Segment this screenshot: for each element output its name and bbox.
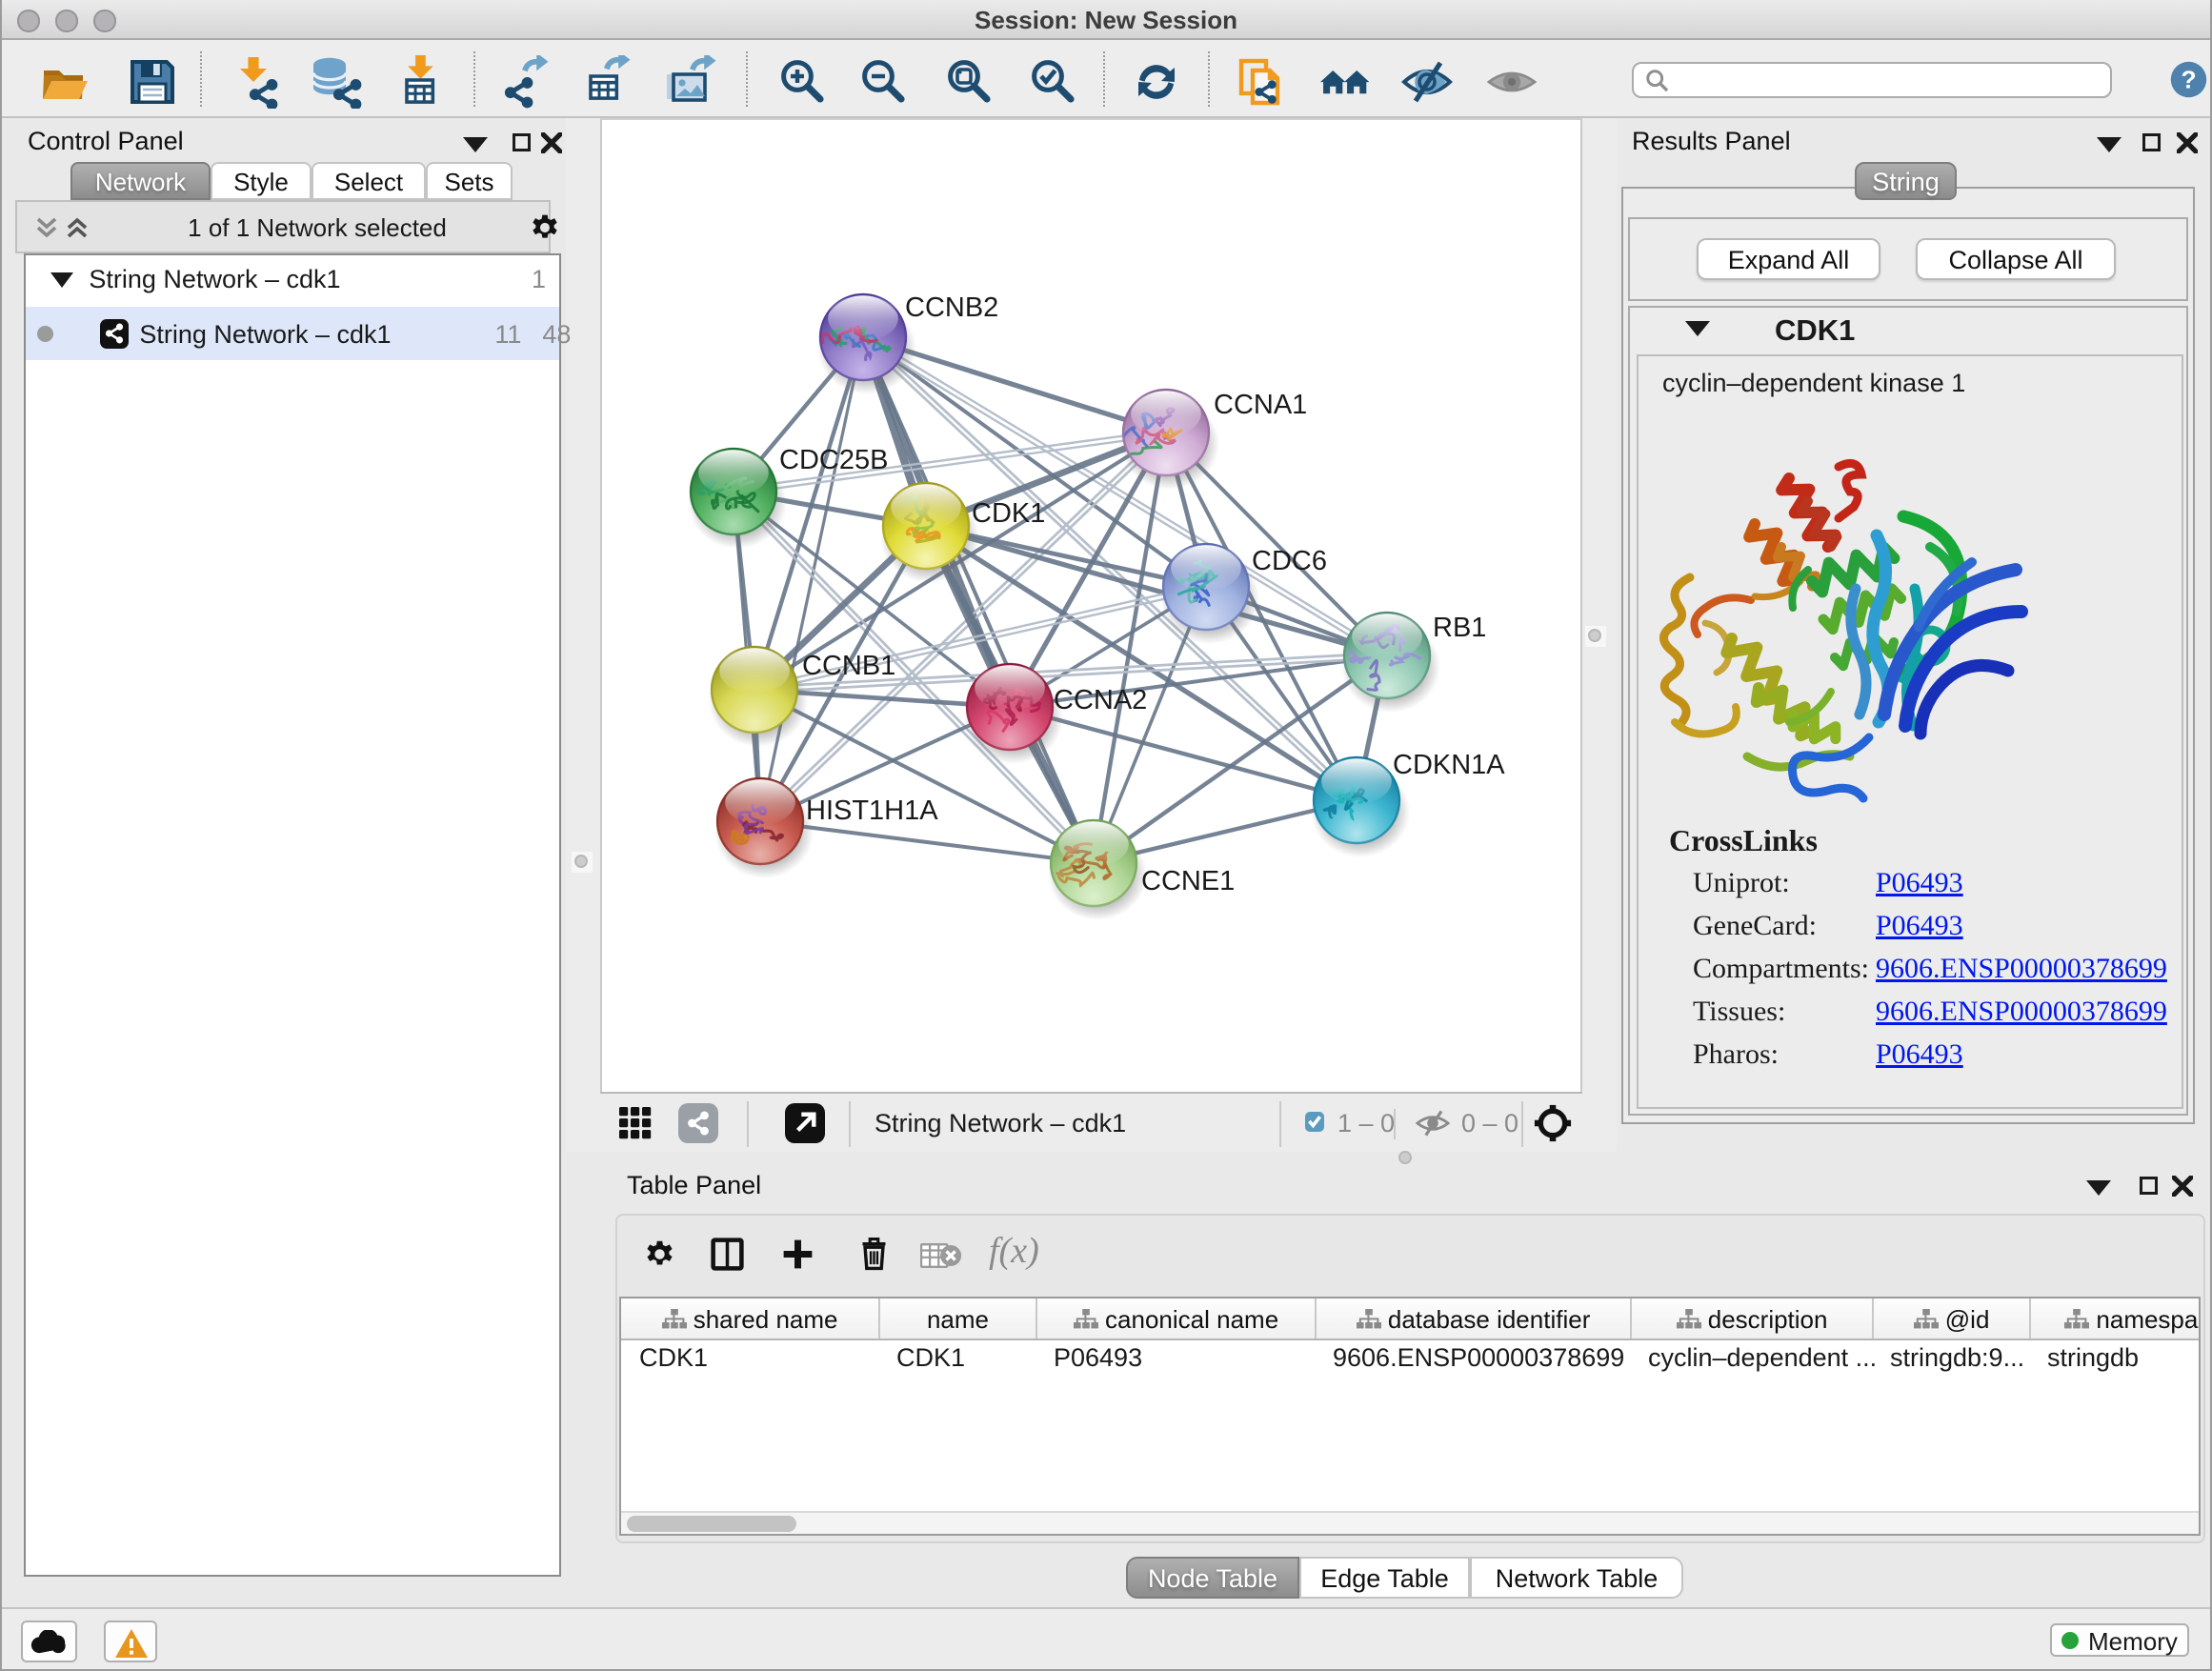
svg-text:CDC6: CDC6 xyxy=(1252,546,1327,576)
svg-text:CCNB2: CCNB2 xyxy=(905,292,998,323)
svg-text:CCNB1: CCNB1 xyxy=(802,651,895,681)
svg-text:HIST1H1A: HIST1H1A xyxy=(806,795,938,826)
svg-text:CDKN1A: CDKN1A xyxy=(1393,750,1505,780)
svg-text:CCNE1: CCNE1 xyxy=(1141,866,1235,896)
svg-text:CCNA1: CCNA1 xyxy=(1214,390,1307,420)
svg-text:CDK1: CDK1 xyxy=(972,498,1045,529)
svg-text:RB1: RB1 xyxy=(1433,613,1486,643)
svg-text:?: ? xyxy=(2181,65,2196,93)
svg-text:CCNA2: CCNA2 xyxy=(1054,685,1147,715)
svg-text:CDC25B: CDC25B xyxy=(779,445,888,475)
